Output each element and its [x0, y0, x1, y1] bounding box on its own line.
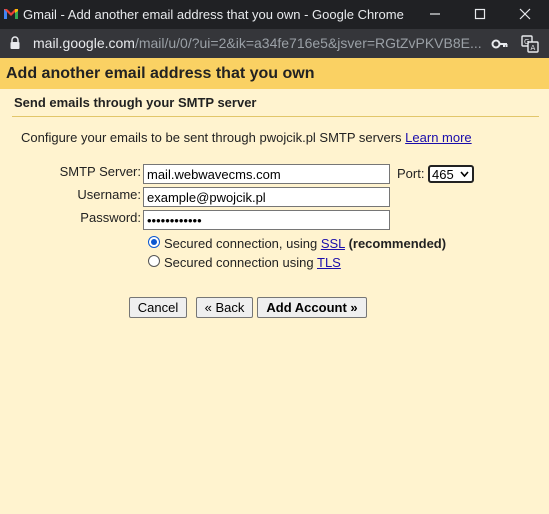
- page-content: Add another email address that you own S…: [0, 58, 549, 514]
- smtp-server-label: SMTP Server:: [59, 164, 141, 179]
- chevron-down-icon: [460, 171, 469, 178]
- port-value: 465: [432, 166, 454, 182]
- username-label: Username:: [77, 187, 141, 202]
- gmail-logo-icon: [4, 9, 18, 19]
- divider: [12, 116, 539, 117]
- add-account-button[interactable]: Add Account »: [257, 297, 367, 318]
- address-bar[interactable]: mail.google.com/mail/u/0/?ui=2&ik=a34fe7…: [0, 29, 549, 58]
- svg-text:A: A: [531, 44, 536, 52]
- ssl-option-label[interactable]: Secured connection, using SSL (recommend…: [164, 236, 446, 251]
- close-icon: [519, 8, 531, 20]
- section-title: Send emails through your SMTP server: [14, 95, 257, 110]
- password-label: Password:: [80, 210, 141, 225]
- maximize-icon: [474, 8, 486, 20]
- tls-option-label[interactable]: Secured connection using TLS: [164, 255, 341, 270]
- ssl-option-text: Secured connection, using: [164, 236, 318, 251]
- description: Configure your emails to be sent through…: [21, 130, 472, 145]
- tls-option-text: Secured connection using: [164, 255, 314, 270]
- url-host: mail.google.com: [33, 35, 135, 51]
- password-input[interactable]: [143, 210, 390, 230]
- lock-icon[interactable]: [9, 36, 21, 50]
- window-title: Gmail - Add another email address that y…: [23, 7, 404, 22]
- key-icon[interactable]: [491, 35, 509, 53]
- port-label: Port:: [397, 166, 425, 181]
- back-button[interactable]: « Back: [196, 297, 253, 318]
- page-header: Add another email address that you own: [0, 58, 549, 89]
- ssl-radio[interactable]: [148, 236, 160, 248]
- description-text: Configure your emails to be sent through…: [21, 130, 402, 145]
- url-text[interactable]: mail.google.com/mail/u/0/?ui=2&ik=a34fe7…: [33, 35, 488, 51]
- window-titlebar: Gmail - Add another email address that y…: [0, 0, 549, 29]
- page-title: Add another email address that you own: [6, 65, 315, 82]
- svg-text:G: G: [524, 38, 529, 46]
- tls-link[interactable]: TLS: [317, 255, 341, 270]
- minimize-button[interactable]: [423, 4, 447, 24]
- minimize-icon: [430, 13, 440, 15]
- url-path: /mail/u/0/?ui=2&ik=a34fe716e5&jsver=RGtZ…: [134, 35, 482, 51]
- cancel-button[interactable]: Cancel: [129, 297, 187, 318]
- close-window-button[interactable]: [513, 4, 537, 24]
- port-select[interactable]: 465: [428, 165, 474, 183]
- ssl-link[interactable]: SSL: [321, 236, 345, 251]
- learn-more-link[interactable]: Learn more: [405, 130, 471, 145]
- translate-icon[interactable]: G A: [521, 35, 539, 53]
- smtp-server-input[interactable]: [143, 164, 390, 184]
- username-input[interactable]: [143, 187, 390, 207]
- recommended-text: (recommended): [348, 236, 447, 251]
- tls-radio[interactable]: [148, 255, 160, 267]
- maximize-button[interactable]: [468, 4, 492, 24]
